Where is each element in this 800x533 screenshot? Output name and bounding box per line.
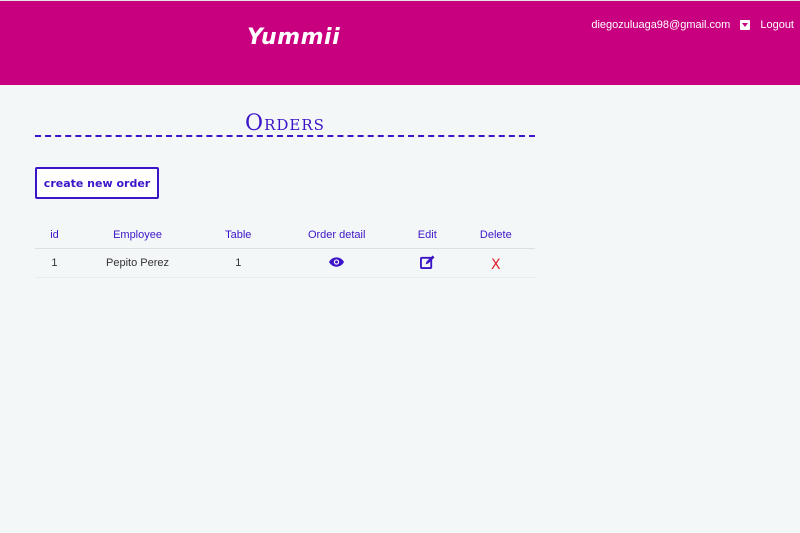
delete-button[interactable]: X	[491, 257, 501, 273]
column-header-employee: Employee	[73, 222, 202, 249]
eye-icon[interactable]	[329, 256, 345, 270]
column-header-delete: Delete	[456, 222, 535, 249]
table-header-row: id Employee Table Order detail Edit Dele…	[35, 222, 535, 249]
cell-edit	[397, 248, 457, 278]
column-header-id: id	[35, 222, 74, 249]
page-title: Orders	[245, 111, 325, 136]
cell-table: 1	[201, 248, 276, 278]
caret-down-icon[interactable]	[740, 20, 751, 30]
user-area: diegozuluaga98@gmail.com Logout	[591, 19, 794, 31]
column-header-edit: Edit	[397, 222, 457, 249]
user-email: diegozuluaga98@gmail.com	[591, 19, 731, 31]
top-header: Yummii diegozuluaga98@gmail.com Logout	[0, 0, 800, 85]
cell-id: 1	[35, 248, 74, 278]
brand-logo[interactable]: Yummii	[247, 25, 340, 50]
create-order-button[interactable]: create new order	[35, 167, 159, 199]
cell-order-detail	[275, 248, 398, 278]
edit-icon[interactable]	[419, 254, 435, 272]
cell-employee: Pepito Perez	[73, 248, 202, 278]
title-divider	[35, 135, 535, 137]
column-header-order-detail: Order detail	[275, 222, 398, 249]
table-row: 1 Pepito Perez 1 X	[35, 248, 535, 278]
column-header-table: Table	[201, 222, 276, 249]
logout-link[interactable]: Logout	[760, 19, 794, 31]
cell-delete: X	[456, 248, 535, 278]
orders-table: id Employee Table Order detail Edit Dele…	[35, 222, 535, 278]
